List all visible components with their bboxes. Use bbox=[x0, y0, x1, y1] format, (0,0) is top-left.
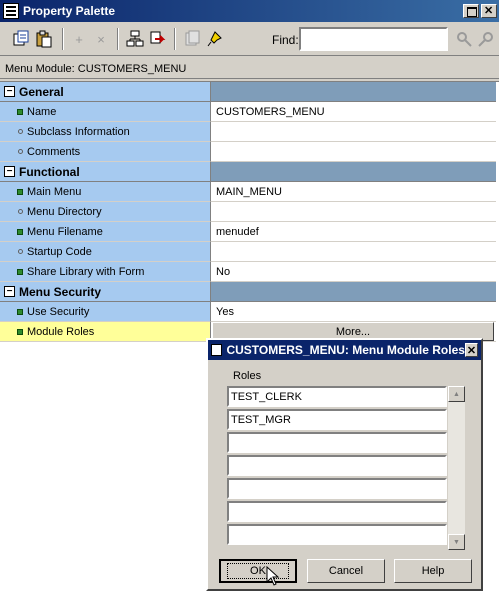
property-row-name[interactable]: Name CUSTOMERS_MENU bbox=[0, 102, 496, 122]
property-label: Use Security bbox=[27, 305, 90, 318]
collapse-icon[interactable]: − bbox=[4, 286, 15, 297]
module-roles-dialog: CUSTOMERS_MENU: Menu Module Roles ✕ Role… bbox=[206, 338, 483, 591]
collapse-icon[interactable]: − bbox=[4, 166, 15, 177]
find-input[interactable] bbox=[299, 27, 448, 51]
toolbar-separator bbox=[62, 28, 64, 50]
property-label: Menu Directory bbox=[27, 205, 102, 218]
toolbar: + × Find: bbox=[0, 22, 499, 56]
property-label: Subclass Information bbox=[27, 125, 130, 138]
category-label: General bbox=[19, 84, 64, 99]
context-label: Menu Module: CUSTOMERS_MENU bbox=[0, 57, 499, 79]
dialog-title-bar[interactable]: CUSTOMERS_MENU: Menu Module Roles ✕ bbox=[208, 340, 481, 360]
property-row-main-menu[interactable]: Main Menu MAIN_MENU bbox=[0, 182, 496, 202]
toolbar-separator bbox=[174, 28, 176, 50]
changed-property-icon bbox=[17, 308, 23, 315]
default-property-icon bbox=[18, 129, 23, 134]
collapse-icon[interactable]: − bbox=[4, 86, 15, 97]
role-field[interactable] bbox=[227, 501, 447, 522]
category-menu-security[interactable]: − Menu Security bbox=[0, 282, 496, 302]
category-functional[interactable]: − Functional bbox=[0, 162, 496, 182]
changed-property-icon bbox=[17, 328, 23, 335]
delete-property-icon[interactable]: × bbox=[92, 30, 110, 48]
property-row-menu-directory[interactable]: Menu Directory bbox=[0, 202, 496, 222]
property-value[interactable]: menudef bbox=[211, 222, 496, 242]
default-property-icon bbox=[18, 249, 23, 254]
inherit-icon[interactable] bbox=[149, 30, 167, 48]
copy-properties-icon[interactable] bbox=[12, 30, 30, 48]
property-value[interactable]: No bbox=[211, 262, 496, 282]
role-field[interactable]: TEST_CLERK bbox=[227, 386, 447, 407]
window-title: Property Palette bbox=[23, 4, 116, 18]
property-row-share-library[interactable]: Share Library with Form No bbox=[0, 262, 496, 282]
property-label: Startup Code bbox=[27, 245, 92, 258]
default-property-icon bbox=[18, 209, 23, 214]
dialog-icon bbox=[211, 344, 223, 356]
property-label: Main Menu bbox=[27, 185, 82, 198]
restore-button[interactable] bbox=[463, 4, 479, 18]
property-value[interactable] bbox=[211, 202, 496, 222]
roles-list: TEST_CLERK TEST_MGR ▲ ▼ bbox=[227, 386, 466, 550]
changed-property-icon bbox=[17, 268, 23, 275]
role-field[interactable] bbox=[227, 478, 447, 499]
changed-property-icon bbox=[17, 228, 23, 235]
pin-icon[interactable] bbox=[206, 30, 224, 48]
role-field[interactable]: TEST_MGR bbox=[227, 409, 447, 430]
property-row-startup-code[interactable]: Startup Code bbox=[0, 242, 496, 262]
property-row-comments[interactable]: Comments bbox=[0, 142, 496, 162]
role-field[interactable] bbox=[227, 432, 447, 453]
roles-label: Roles bbox=[233, 370, 262, 382]
property-label: Name bbox=[27, 105, 57, 118]
property-row-menu-filename[interactable]: Menu Filename menudef bbox=[0, 222, 496, 242]
window-title-bar[interactable]: Property Palette bbox=[0, 0, 499, 22]
help-button[interactable]: Help bbox=[394, 559, 472, 583]
role-field[interactable] bbox=[227, 524, 447, 545]
add-property-icon[interactable]: + bbox=[70, 30, 88, 48]
category-label: Functional bbox=[19, 164, 80, 179]
freeze-icon[interactable] bbox=[183, 30, 201, 48]
scroll-up-icon[interactable]: ▲ bbox=[448, 386, 465, 402]
property-row-subclass-information[interactable]: Subclass Information bbox=[0, 122, 496, 142]
dialog-close-button[interactable]: ✕ bbox=[464, 343, 478, 357]
paste-properties-icon[interactable] bbox=[35, 30, 53, 48]
scroll-down-icon[interactable]: ▼ bbox=[448, 534, 465, 550]
property-label: Comments bbox=[27, 145, 81, 158]
category-label: Menu Security bbox=[19, 284, 102, 299]
property-value[interactable] bbox=[211, 122, 496, 142]
role-field[interactable] bbox=[227, 455, 447, 476]
category-general[interactable]: − General bbox=[0, 82, 496, 102]
mouse-cursor-icon bbox=[266, 565, 280, 591]
ok-button[interactable]: OK bbox=[219, 559, 297, 583]
property-value[interactable]: Yes bbox=[211, 302, 496, 322]
app-icon[interactable] bbox=[3, 3, 19, 19]
property-label: Menu Filename bbox=[27, 225, 103, 238]
changed-property-icon bbox=[17, 108, 23, 115]
property-label: Module Roles bbox=[27, 325, 95, 338]
roles-scrollbar[interactable]: ▲ ▼ bbox=[448, 386, 465, 550]
toolbar-separator bbox=[117, 28, 119, 50]
dialog-title: CUSTOMERS_MENU: Menu Module Roles bbox=[226, 343, 465, 357]
find-previous-icon[interactable] bbox=[477, 30, 495, 48]
property-value[interactable] bbox=[211, 242, 496, 262]
close-button[interactable] bbox=[481, 4, 497, 18]
property-value[interactable]: CUSTOMERS_MENU bbox=[211, 102, 496, 122]
intersection-union-icon[interactable] bbox=[126, 30, 144, 48]
property-value[interactable] bbox=[211, 142, 496, 162]
property-value[interactable]: MAIN_MENU bbox=[211, 182, 496, 202]
find-next-icon[interactable] bbox=[455, 30, 473, 48]
default-property-icon bbox=[18, 149, 23, 154]
find-label: Find: bbox=[272, 33, 299, 47]
property-label: Share Library with Form bbox=[27, 265, 145, 278]
property-row-use-security[interactable]: Use Security Yes bbox=[0, 302, 496, 322]
cancel-button[interactable]: Cancel bbox=[307, 559, 385, 583]
changed-property-icon bbox=[17, 188, 23, 195]
